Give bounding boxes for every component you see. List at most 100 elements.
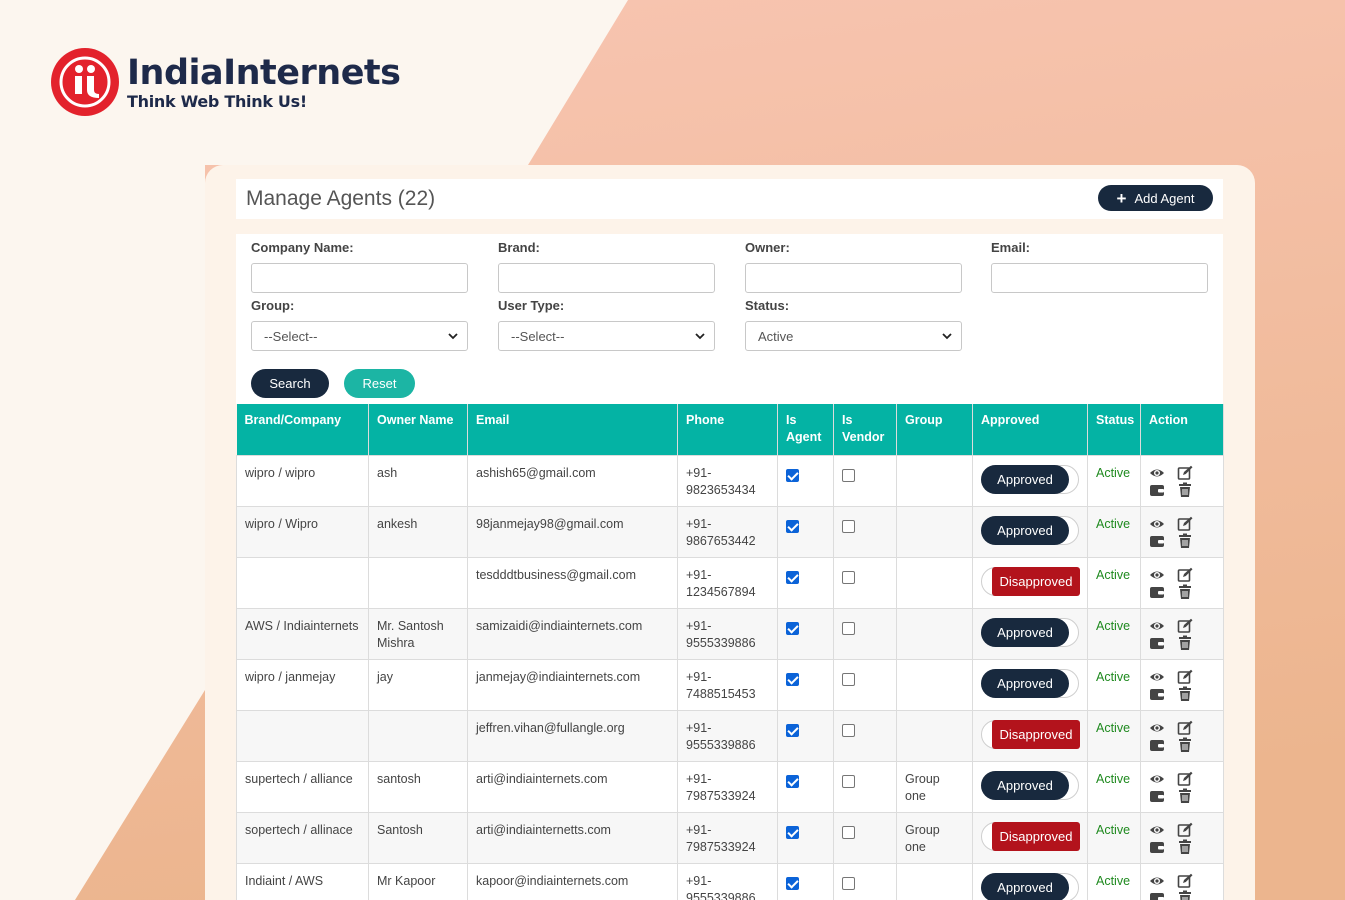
user-type-select[interactable]: --Select-- <box>498 321 715 351</box>
edit-icon[interactable] <box>1177 567 1193 583</box>
wallet-icon[interactable] <box>1149 788 1165 804</box>
delete-trash-icon[interactable] <box>1177 890 1193 900</box>
wallet-icon[interactable] <box>1149 482 1165 498</box>
is-vendor-checkbox[interactable] <box>842 723 855 737</box>
column-header[interactable]: Owner Name <box>368 404 468 455</box>
view-eye-icon[interactable] <box>1149 618 1165 634</box>
view-eye-icon[interactable] <box>1149 771 1165 787</box>
delete-trash-icon[interactable] <box>1177 839 1193 855</box>
table-row: wipro / wipro ash ashish65@gmail.com +91… <box>236 454 1224 507</box>
is-agent-checkbox[interactable] <box>786 570 799 584</box>
edit-icon[interactable] <box>1177 720 1193 736</box>
approval-toggle[interactable]: Disapproved <box>981 821 1080 851</box>
delete-trash-icon[interactable] <box>1177 584 1193 600</box>
delete-trash-icon[interactable] <box>1177 482 1193 498</box>
is-vendor-cell <box>833 454 897 507</box>
search-button[interactable]: Search <box>251 369 329 398</box>
view-eye-icon[interactable] <box>1149 516 1165 532</box>
edit-icon[interactable] <box>1177 465 1193 481</box>
wallet-icon[interactable] <box>1149 890 1165 900</box>
column-header[interactable]: Is Vendor <box>833 404 897 455</box>
column-header[interactable]: Brand/Company <box>236 404 369 455</box>
group-select[interactable]: --Select-- <box>251 321 468 351</box>
wallet-icon[interactable] <box>1149 737 1165 753</box>
is-agent-checkbox[interactable] <box>786 876 799 890</box>
edit-icon[interactable] <box>1177 618 1193 634</box>
wallet-icon[interactable] <box>1149 839 1165 855</box>
approval-toggle[interactable]: Disapproved <box>981 566 1080 596</box>
approval-toggle[interactable]: Approved <box>981 515 1079 545</box>
approval-toggle[interactable]: Approved <box>981 872 1079 900</box>
owner-cell <box>368 556 468 609</box>
view-eye-icon[interactable] <box>1149 720 1165 736</box>
wallet-icon[interactable] <box>1149 686 1165 702</box>
brand-input[interactable] <box>498 263 715 293</box>
add-agent-button[interactable]: + Add Agent <box>1098 185 1213 211</box>
edit-icon[interactable] <box>1177 516 1193 532</box>
is-vendor-checkbox[interactable] <box>842 774 855 788</box>
is-agent-checkbox[interactable] <box>786 621 799 635</box>
delete-trash-icon[interactable] <box>1177 635 1193 651</box>
view-eye-icon[interactable] <box>1149 822 1165 838</box>
is-vendor-checkbox[interactable] <box>842 672 855 686</box>
is-agent-checkbox[interactable] <box>786 468 799 482</box>
delete-trash-icon[interactable] <box>1177 533 1193 549</box>
approval-label: Approved <box>981 770 1069 800</box>
approved-cell: Disapproved <box>972 811 1088 864</box>
column-header[interactable]: Action <box>1140 404 1224 455</box>
phone-cell: +91-1234567894 <box>677 556 778 609</box>
owner-input[interactable] <box>745 263 962 293</box>
company-name-input[interactable] <box>251 263 468 293</box>
approval-toggle[interactable]: Disapproved <box>981 719 1080 749</box>
status-select[interactable]: Active <box>745 321 962 351</box>
wallet-icon[interactable] <box>1149 533 1165 549</box>
reset-button[interactable]: Reset <box>344 369 415 398</box>
edit-icon[interactable] <box>1177 771 1193 787</box>
brand-label: Brand: <box>498 240 540 255</box>
is-vendor-checkbox[interactable] <box>842 468 855 482</box>
is-vendor-checkbox[interactable] <box>842 876 855 890</box>
approval-toggle[interactable]: Approved <box>981 668 1079 698</box>
approval-toggle[interactable]: Approved <box>981 617 1079 647</box>
column-header[interactable]: Phone <box>677 404 778 455</box>
table-row: sopertech / allinace Santosh arti@indiai… <box>236 811 1224 864</box>
approved-cell: Disapproved <box>972 556 1088 609</box>
status-select-value: Active <box>758 328 794 344</box>
wallet-icon[interactable] <box>1149 635 1165 651</box>
delete-trash-icon[interactable] <box>1177 788 1193 804</box>
column-header[interactable]: Email <box>467 404 678 455</box>
approval-toggle[interactable]: Approved <box>981 464 1079 494</box>
edit-icon[interactable] <box>1177 822 1193 838</box>
agents-table: Brand/Company Owner Name Email Phone Is … <box>236 404 1224 900</box>
is-vendor-checkbox[interactable] <box>842 519 855 533</box>
wallet-icon[interactable] <box>1149 584 1165 600</box>
approval-label: Disapproved <box>992 719 1080 749</box>
view-eye-icon[interactable] <box>1149 567 1165 583</box>
email-input[interactable] <box>991 263 1208 293</box>
is-agent-checkbox[interactable] <box>786 519 799 533</box>
approval-toggle[interactable]: Approved <box>981 770 1079 800</box>
view-eye-icon[interactable] <box>1149 669 1165 685</box>
action-cell <box>1140 556 1224 609</box>
column-header[interactable]: Approved <box>972 404 1088 455</box>
edit-icon[interactable] <box>1177 873 1193 889</box>
edit-icon[interactable] <box>1177 669 1193 685</box>
group-cell <box>896 658 973 711</box>
approval-label: Approved <box>981 617 1069 647</box>
column-header[interactable]: Status <box>1087 404 1141 455</box>
is-vendor-cell <box>833 811 897 864</box>
is-vendor-checkbox[interactable] <box>842 825 855 839</box>
delete-trash-icon[interactable] <box>1177 686 1193 702</box>
is-agent-checkbox[interactable] <box>786 825 799 839</box>
column-header[interactable]: Group <box>896 404 973 455</box>
is-agent-checkbox[interactable] <box>786 774 799 788</box>
view-eye-icon[interactable] <box>1149 873 1165 889</box>
is-agent-checkbox[interactable] <box>786 672 799 686</box>
column-header[interactable]: Is Agent <box>777 404 834 455</box>
is-vendor-checkbox[interactable] <box>842 621 855 635</box>
company-field-group: Company Name: <box>251 240 468 293</box>
is-agent-checkbox[interactable] <box>786 723 799 737</box>
delete-trash-icon[interactable] <box>1177 737 1193 753</box>
is-vendor-checkbox[interactable] <box>842 570 855 584</box>
view-eye-icon[interactable] <box>1149 465 1165 481</box>
